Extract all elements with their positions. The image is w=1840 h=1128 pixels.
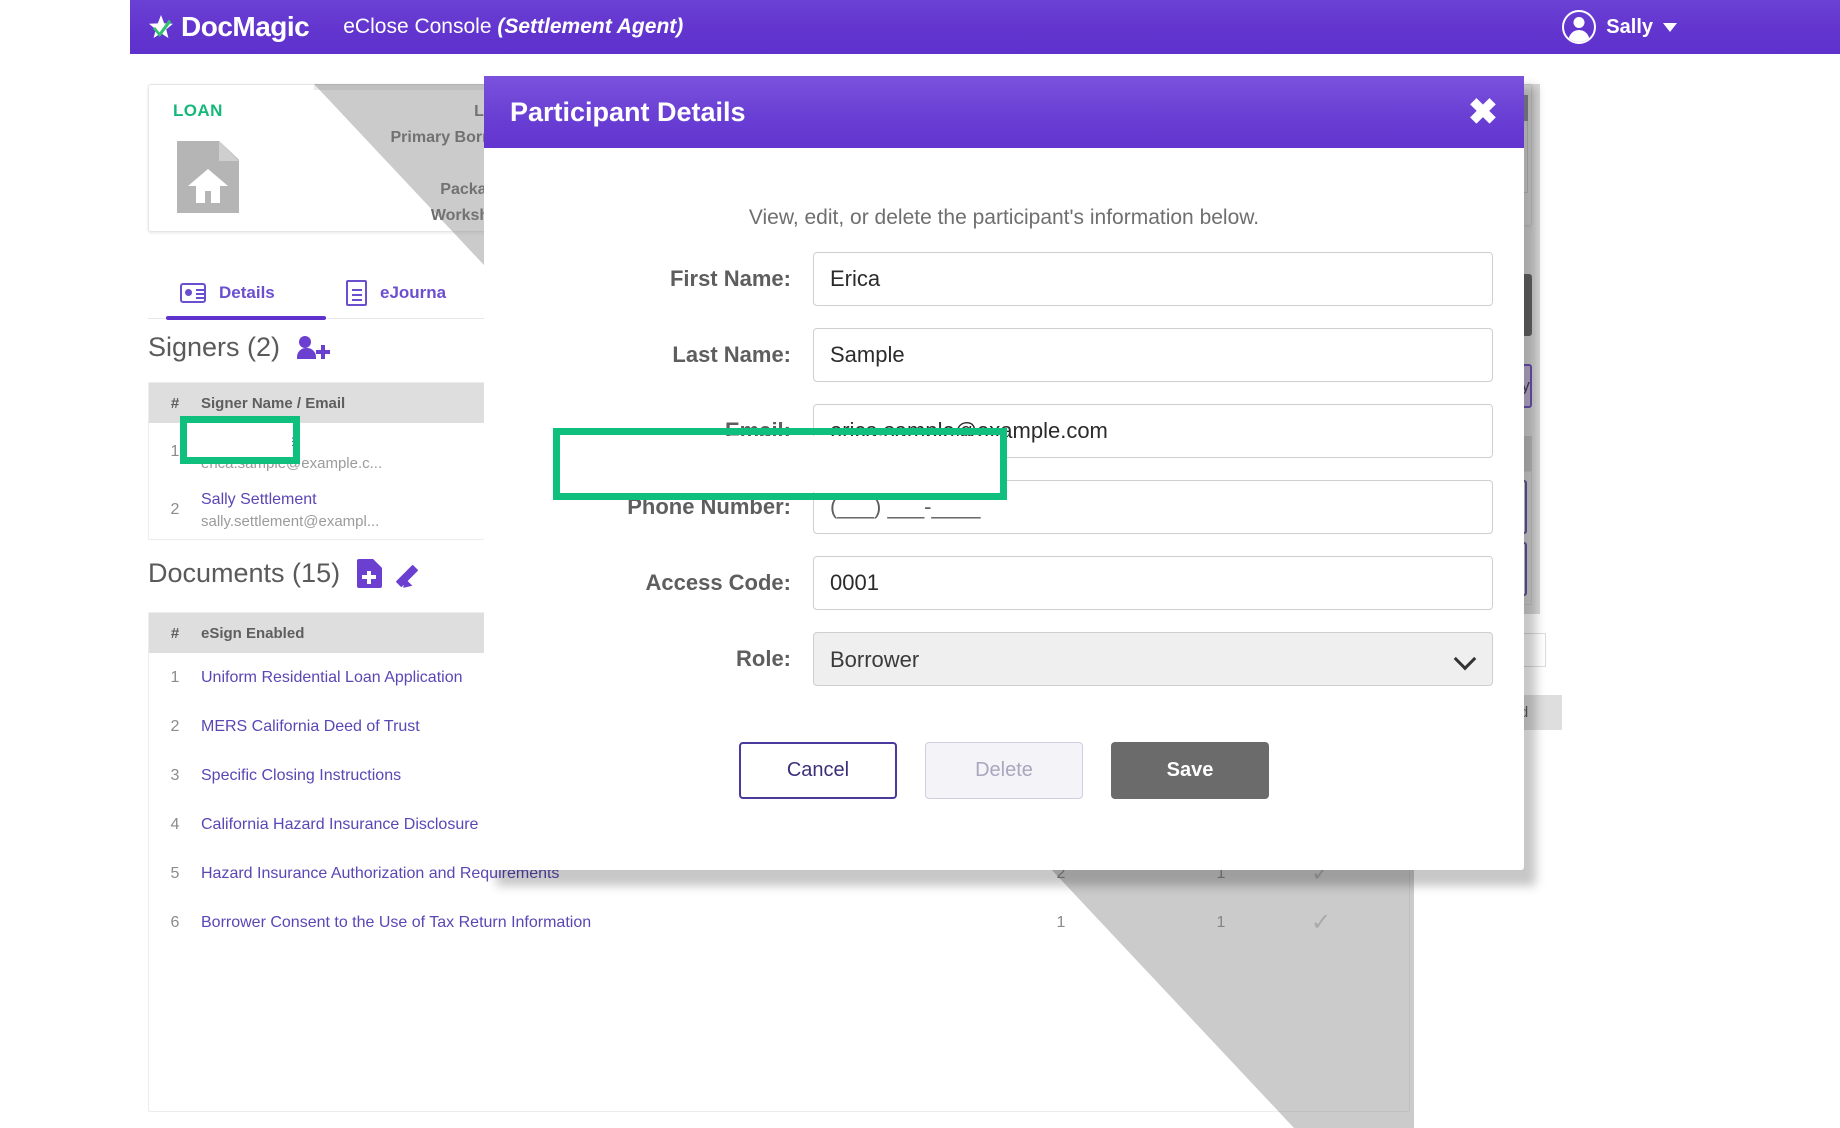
tab-ejournal-label: eJourna <box>380 283 447 302</box>
modal-title: Participant Details <box>510 96 746 127</box>
access-code-label: Access Code: <box>645 570 791 595</box>
first-name-field[interactable] <box>813 252 1493 306</box>
add-signer-icon[interactable] <box>297 335 331 360</box>
doc-completed-check: ✓ <box>1310 909 1332 936</box>
save-button[interactable]: Save <box>1111 742 1269 799</box>
signer-row-num: 1 <box>170 443 180 460</box>
first-name-row: First Name: <box>484 252 1524 306</box>
brand-logo[interactable]: DocMagic <box>148 11 310 43</box>
role-label: Role: <box>736 646 791 671</box>
phone-row: Phone Number: <box>484 480 1524 534</box>
last-name-field[interactable] <box>813 328 1493 382</box>
access-code-field[interactable] <box>813 556 1493 610</box>
role-row: Role: Borrower <box>484 632 1524 686</box>
console-subtitle-text: (Settlement Agent) <box>497 15 684 38</box>
avatar <box>1562 10 1597 44</box>
console-title-text: eClose Console <box>343 15 492 38</box>
table-row[interactable]: 6 Borrower Consent to the Use of Tax Ret… <box>149 898 1409 947</box>
documents-title: Documents (15) <box>148 558 341 588</box>
doc-extra-count: 1 <box>1216 913 1226 931</box>
signer-email: erica.sample@example.c... <box>201 454 383 472</box>
last-name-row: Last Name: <box>484 328 1524 382</box>
signer-name-link[interactable]: Sally Settlement <box>201 491 379 509</box>
email-row: Email: <box>484 404 1524 458</box>
documents-col-num: # <box>170 624 180 642</box>
phone-label: Phone Number: <box>627 494 791 519</box>
last-name-label: Last Name: <box>672 342 791 367</box>
phone-field[interactable] <box>813 480 1493 534</box>
doc-row-num: 1 <box>170 668 180 686</box>
id-card-icon <box>180 283 206 303</box>
edit-pencil-icon[interactable] <box>395 560 427 591</box>
signers-col-num: # <box>170 394 180 412</box>
tab-active-underline <box>166 316 326 320</box>
doc-row-num: 5 <box>170 864 180 882</box>
close-icon[interactable]: ✖ <box>1468 94 1498 130</box>
chevron-down-icon[interactable] <box>1663 22 1677 32</box>
doc-row-num: 3 <box>170 766 180 784</box>
documents-header: Documents (15) <box>148 558 427 591</box>
signer-email: sally.settlement@exampl... <box>201 512 380 530</box>
user-name: Sally <box>1606 15 1653 38</box>
signer-name-link[interactable]: Erica Sample <box>201 433 382 451</box>
doc-row-num: 2 <box>170 717 180 735</box>
signers-col-name: Signer Name / Email <box>201 394 346 412</box>
role-select[interactable]: Borrower <box>813 632 1493 686</box>
doc-access-count: 1 <box>1056 913 1066 931</box>
email-label: Email: <box>724 418 791 443</box>
star-logo-icon <box>148 14 174 40</box>
modal-actions: Cancel Delete Save <box>484 742 1524 799</box>
top-bar: DocMagic eClose Console (Settlement Agen… <box>130 0 1840 54</box>
signers-header: Signers (2) <box>148 332 331 363</box>
doc-row-num: 6 <box>170 913 180 931</box>
loan-badge: LOAN <box>173 101 223 120</box>
modal-subtitle: View, edit, or delete the participant's … <box>748 206 1260 229</box>
first-name-label: First Name: <box>669 266 791 291</box>
add-document-icon[interactable] <box>357 559 383 588</box>
doc-row-num: 4 <box>170 815 180 833</box>
document-icon <box>346 280 367 306</box>
participant-details-modal: Participant Details ✖ View, edit, or del… <box>484 76 1524 870</box>
loan-document-house-icon <box>177 141 239 213</box>
tab-ejournal[interactable]: eJourna <box>346 270 446 316</box>
console-title: eClose Console (Settlement Agent) <box>343 15 683 39</box>
cancel-button[interactable]: Cancel <box>739 742 897 799</box>
brand-name: DocMagic <box>181 11 310 42</box>
modal-header: Participant Details ✖ <box>484 76 1524 148</box>
tab-details[interactable]: Details <box>180 270 275 316</box>
doc-name-link[interactable]: Borrower Consent to the Use of Tax Retur… <box>201 914 961 932</box>
delete-button[interactable]: Delete <box>925 742 1083 799</box>
tab-details-label: Details <box>219 283 275 302</box>
user-menu[interactable]: Sally <box>1562 0 1677 54</box>
access-code-row: Access Code: <box>484 556 1524 610</box>
signer-row-num: 2 <box>170 501 180 518</box>
email-field[interactable] <box>813 404 1493 458</box>
signers-title: Signers (2) <box>148 332 281 362</box>
